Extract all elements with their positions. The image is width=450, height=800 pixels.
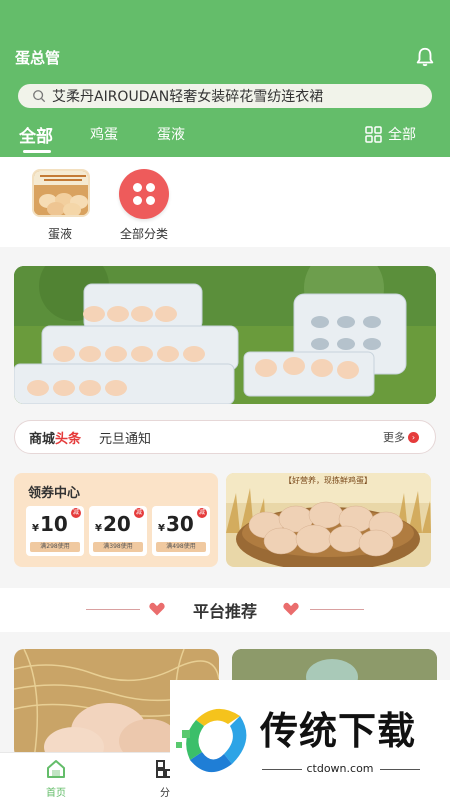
search-input[interactable]: 艾柔丹AIROUDAN轻奢女装碎花雪纺连衣裙: [18, 84, 432, 108]
tab-eggs[interactable]: 鸡蛋: [90, 124, 118, 144]
category-all[interactable]: 全部分类: [104, 169, 184, 242]
tab-liquid-egg[interactable]: 蛋液: [157, 124, 185, 144]
tab-all[interactable]: 全部: [19, 122, 53, 147]
watermark-overlay: 传统下载 ctdown.com: [170, 680, 450, 800]
recommend-section-header: 平台推荐: [0, 588, 450, 632]
coupon-item[interactable]: ¥20 减 满398使用: [89, 506, 147, 556]
watermark-logo: [176, 708, 247, 773]
tab-active-indicator: [23, 150, 51, 153]
category-liquid-egg[interactable]: 蛋液: [20, 169, 100, 242]
news-brand: 商城头条: [29, 431, 82, 447]
coupon-item[interactable]: ¥30 减 满498使用: [152, 506, 210, 556]
coupon-item[interactable]: ¥10 减 满298使用: [26, 506, 84, 556]
app-title: 蛋总管: [15, 49, 61, 67]
coupon-center-title: 领券中心: [28, 486, 81, 501]
more-link[interactable]: 更多: [383, 429, 405, 445]
search-placeholder: 艾柔丹AIROUDAN轻奢女装碎花雪纺连衣裙: [52, 89, 324, 105]
news-ticker[interactable]: 商城头条 元旦通知 更多 ›: [14, 420, 436, 454]
category-shortcuts: 蛋液 全部分类: [0, 157, 450, 247]
recommend-title: 平台推荐: [192, 602, 257, 621]
tab-home[interactable]: 首页: [36, 759, 76, 799]
egg-basket-banner[interactable]: 【好营养，现拣鲜鸡蛋】: [226, 473, 431, 567]
heart-icon: [282, 601, 300, 617]
search-icon: [33, 90, 46, 103]
grid-icon: [365, 125, 382, 143]
all-categories-button[interactable]: 全部: [365, 124, 416, 144]
egg-tray-thumb: [32, 169, 90, 217]
coupon-center[interactable]: 领券中心 ¥10 减 满298使用 ¥20 减 满398使用 ¥30 减 满49…: [14, 473, 218, 567]
promo-banner[interactable]: [14, 266, 436, 404]
bell-icon[interactable]: [414, 46, 436, 68]
egg-banner-text: 【好营养，现拣鲜鸡蛋】: [284, 475, 372, 485]
app-header: 蛋总管 艾柔丹AIROUDAN轻奢女装碎花雪纺连衣裙 全部 鸡蛋 蛋液 全部: [0, 0, 450, 157]
news-text: 元旦通知: [99, 431, 152, 447]
arrow-right-icon: ›: [408, 431, 419, 443]
all-label: 全部: [388, 127, 416, 143]
category-label: 全部分类: [119, 227, 168, 241]
home-icon: [47, 760, 65, 778]
watermark-text: 传统下载: [260, 709, 417, 753]
tab-label: 首页: [46, 788, 66, 799]
egg-container-image: [14, 266, 436, 404]
category-label: 蛋液: [47, 227, 72, 241]
grid-dots-icon: [119, 169, 169, 219]
category-tabs: 全部 鸡蛋 蛋液 全部: [0, 120, 450, 156]
